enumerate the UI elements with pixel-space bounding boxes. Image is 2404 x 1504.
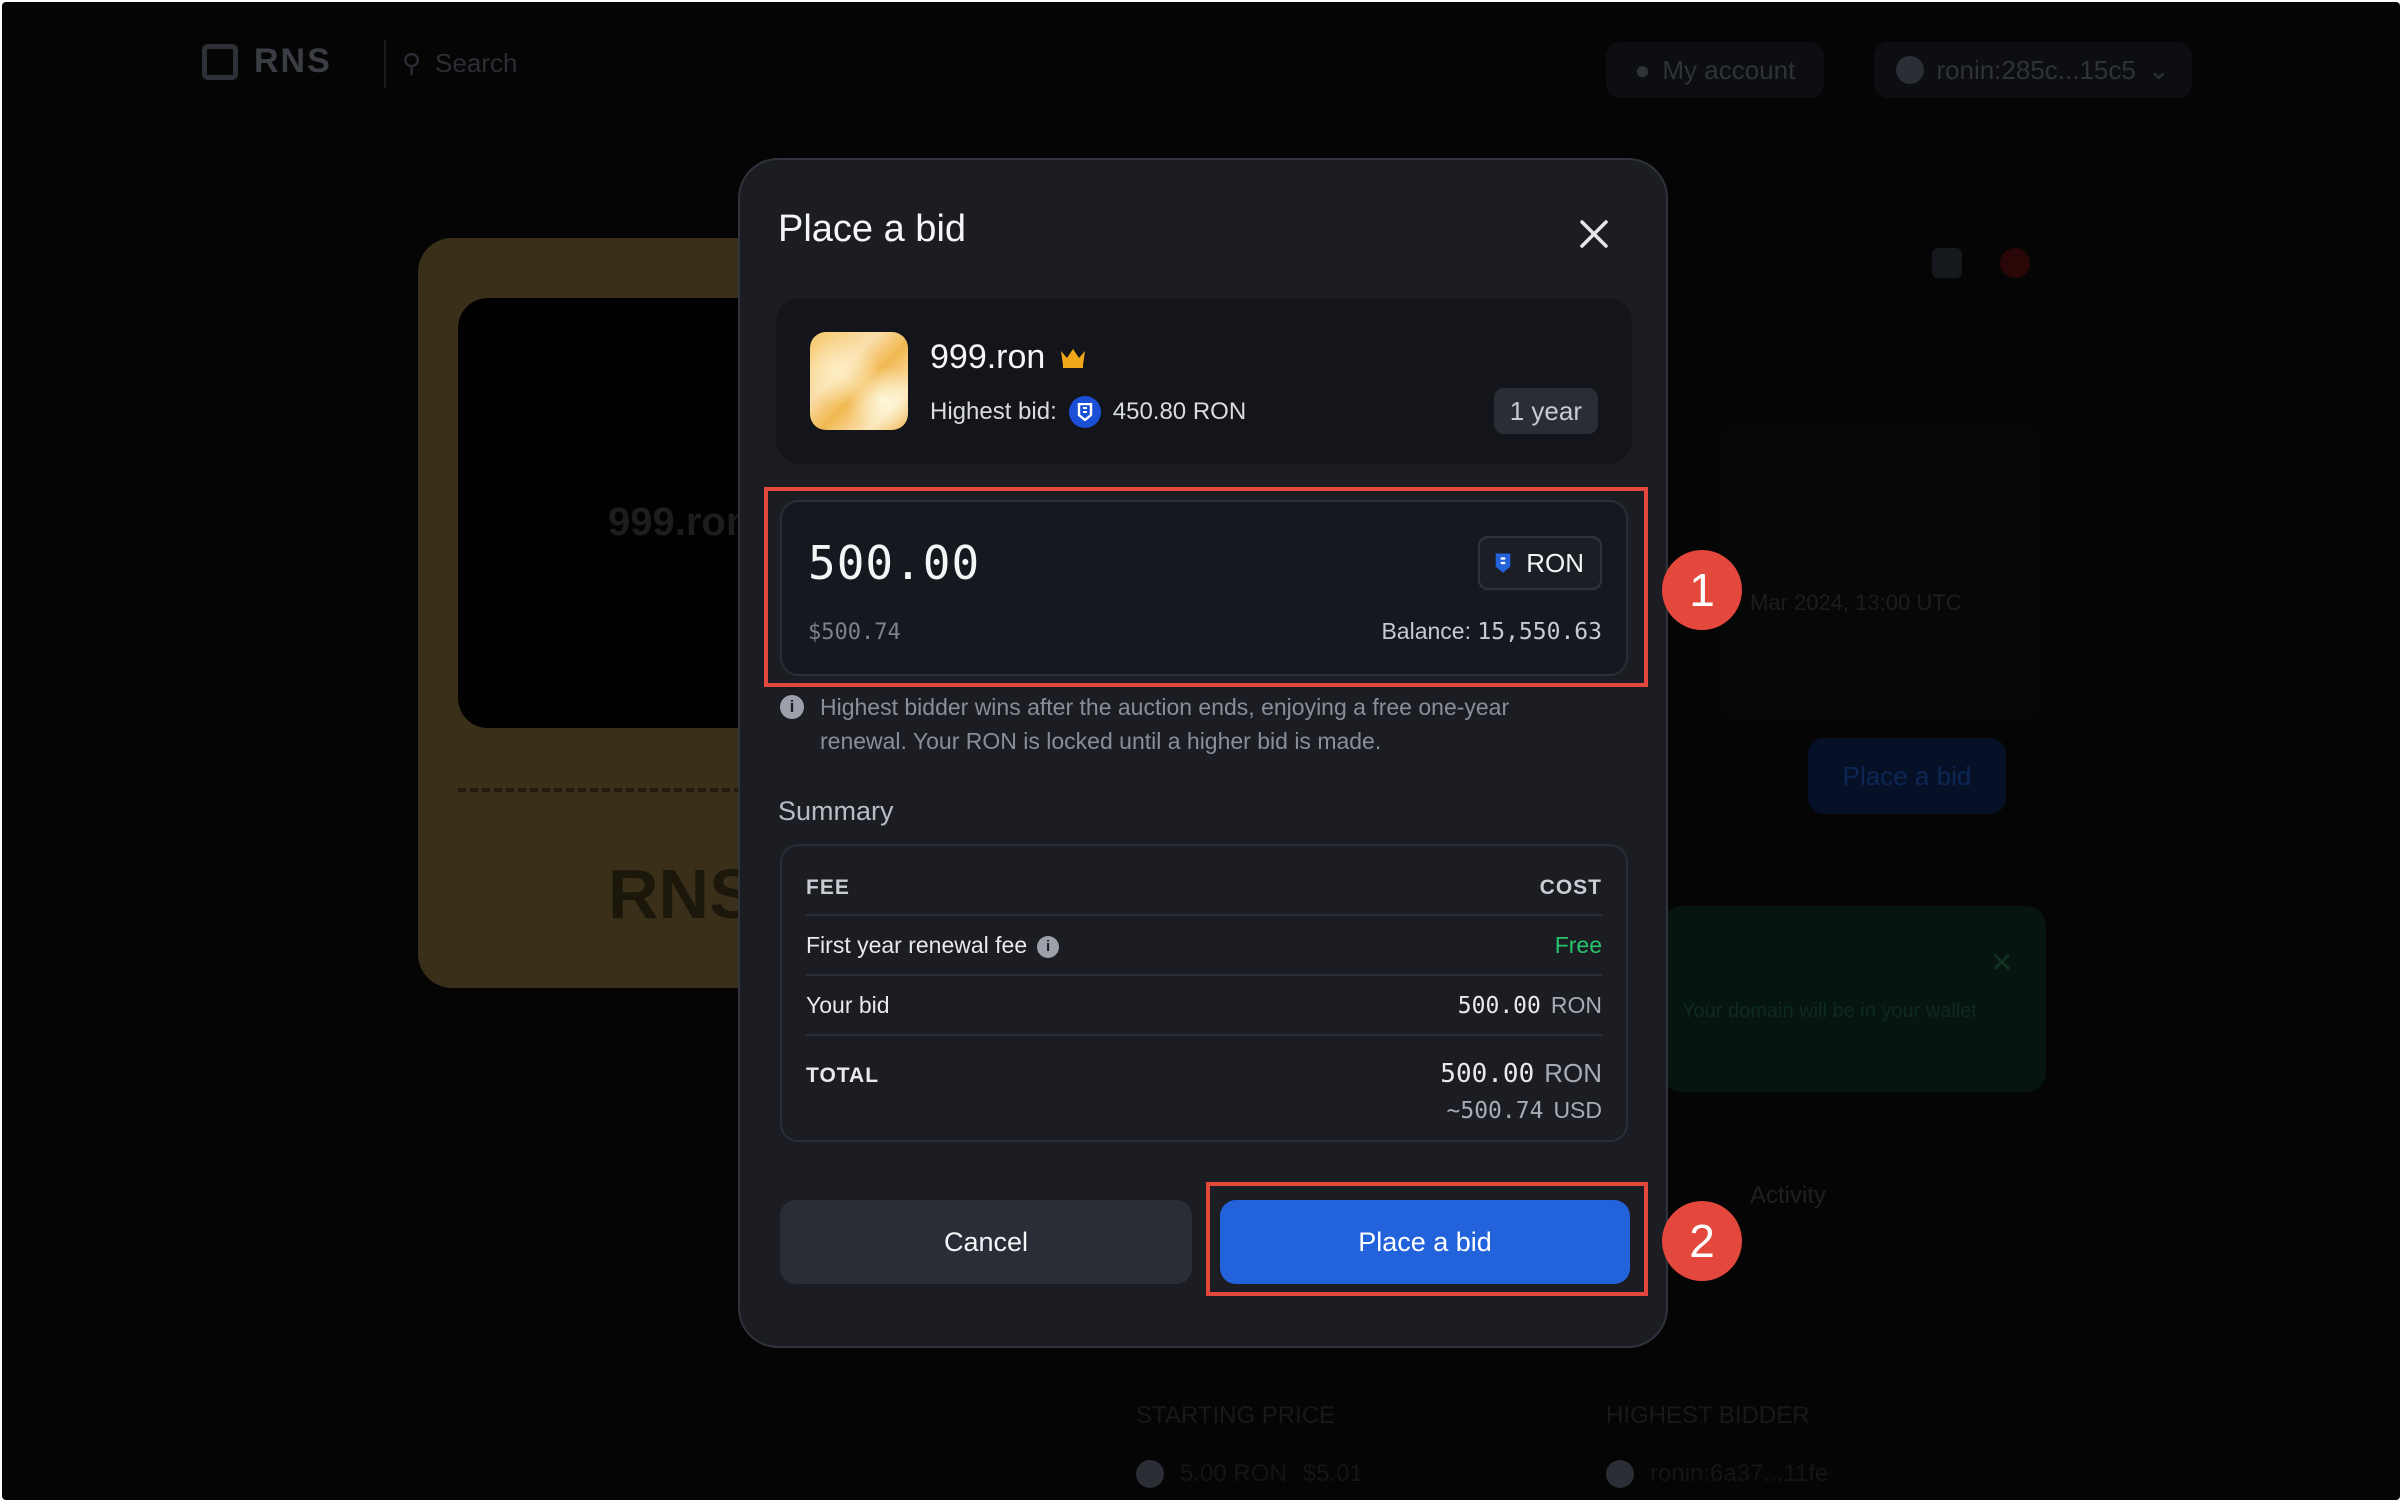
background-search: ⚲ Search [402,48,517,79]
background-place-bid-button: Place a bid [1808,738,2006,814]
info-icon: i [780,695,804,719]
background-notice [1662,906,2046,1092]
background-starting-price-value: 5.00 RON $5.01 [1136,1460,1363,1488]
summary-table: FEE COST First year renewal fee i Free Yo… [780,844,1628,1142]
background-auction-date: Mar 2024, 13:00 UTC [1750,590,1962,615]
total-usd: ~500.74 USD [1440,1097,1603,1124]
domain-name-row: 999.ron [930,338,1087,377]
ron-token-icon [1068,396,1101,428]
nav-divider [384,40,386,88]
background-card-footer: RNS [608,855,756,933]
close-button[interactable] [1570,210,1618,258]
starting-price-amount: 5.00 RON [1180,1460,1287,1487]
heart-icon [2000,248,2030,278]
logo-icon [202,43,238,80]
summary-col-fee: FEE [806,876,850,899]
annotation-highlight-amount [764,487,1648,687]
total-unit: RON [1544,1058,1602,1088]
user-icon: ● [1634,54,1651,85]
background-domain-card: 999.ron RNS [418,238,778,988]
background-account-button: ● My account [1606,42,1824,98]
background-col-highest-bidder: HIGHEST BIDDER [1606,1402,1810,1429]
annotation-highlight-submit [1206,1182,1648,1296]
auction-hint-text: Highest bidder wins after the auction en… [820,694,1510,754]
your-bid-label: Your bid [806,992,890,1018]
highest-bid-row: Highest bid: 450.80 RON [930,396,1246,428]
renewal-fee-label-wrap: First year renewal fee i [806,932,1060,959]
cancel-button[interactable]: Cancel [780,1200,1192,1284]
annotation-badge-2: 2 [1662,1201,1742,1281]
info-icon[interactable]: i [1037,935,1060,958]
app-frame: RNS ⚲ Search ● My account ronin:285c...1… [2,2,2400,1500]
total-value: 500.00 [1440,1059,1535,1089]
background-logo: RNS [202,42,332,81]
highest-bid-value: 450.80 RON [1112,398,1247,425]
send-icon [1932,248,1962,278]
starting-price-usd: $5.01 [1302,1460,1363,1487]
place-bid-modal: Place a bid 999.ron Highest bid: 450.80 … [738,158,1668,1348]
background-notice-text: Your domain will be in your wallet [1682,1000,1977,1022]
summary-divider [806,914,1602,916]
renewal-fee-label: First year renewal fee [806,932,1028,958]
close-icon [1580,220,1608,248]
total-label: TOTAL [806,1064,880,1087]
background-card-name: 999.ron [608,500,751,544]
ron-token-icon [1136,1460,1164,1488]
total-usd-unit: USD [1553,1097,1602,1123]
summary-header-row: FEE COST [806,876,1602,900]
total-ron: 500.00 RON [1440,1058,1602,1089]
account-label: My account [1662,54,1796,85]
background-col-starting-price: STARTING PRICE [1136,1402,1336,1429]
auction-hint: i Highest bidder wins after the auction … [780,690,1600,758]
background-wallet-button: ronin:285c...15c5 ⌄ [1874,42,2192,98]
logo-text: RNS [254,42,332,80]
background-action-icons [1932,248,2030,278]
total-values: 500.00 RON ~500.74 USD [1440,1058,1602,1124]
your-bid-value: 500.00 [1457,993,1541,1019]
background-card-divider [458,788,778,792]
domain-name: 999.ron [930,338,1046,376]
crown-icon [1061,348,1086,368]
domain-thumbnail [810,332,908,430]
domain-item-card: 999.ron Highest bid: 450.80 RON 1 year [776,298,1632,464]
your-bid-value-wrap: 500.00 RON [1458,992,1602,1019]
summary-col-cost: COST [1539,876,1602,899]
background-notice-close-icon: ✕ [1990,947,2014,978]
search-placeholder: Search [435,48,518,78]
your-bid-unit: RON [1550,992,1602,1018]
background-activity-heading: Activity [1750,1182,1827,1209]
highest-bidder-address: ronin:6a37...11fe [1650,1460,1829,1487]
summary-row-renewal-fee: First year renewal fee i Free [806,932,1602,959]
summary-row-total: TOTAL 500.00 RON ~500.74 USD [806,1058,1602,1124]
summary-divider [806,1034,1602,1036]
wallet-avatar-icon [1896,56,1925,84]
highest-bid-label: Highest bid: [930,398,1057,425]
bidder-avatar-icon [1606,1460,1634,1488]
duration-chip: 1 year [1493,388,1598,434]
summary-row-your-bid: Your bid 500.00 RON [806,992,1602,1019]
background-auction-panel [1720,422,2040,722]
wallet-address: ronin:285c...15c5 [1936,54,2136,85]
background-highest-bidder-value: ronin:6a37...11fe [1606,1460,1828,1488]
annotation-badge-1: 1 [1662,550,1742,630]
summary-heading: Summary [778,796,894,826]
renewal-fee-value: Free [1554,932,1602,958]
modal-title: Place a bid [778,208,967,250]
summary-divider [806,974,1602,976]
total-usd-value: ~500.74 [1446,1098,1544,1124]
search-icon: ⚲ [402,48,422,78]
chevron-down-icon: ⌄ [2147,54,2170,85]
background-navbar: RNS ⚲ Search ● My account ronin:285c...1… [2,2,2400,132]
